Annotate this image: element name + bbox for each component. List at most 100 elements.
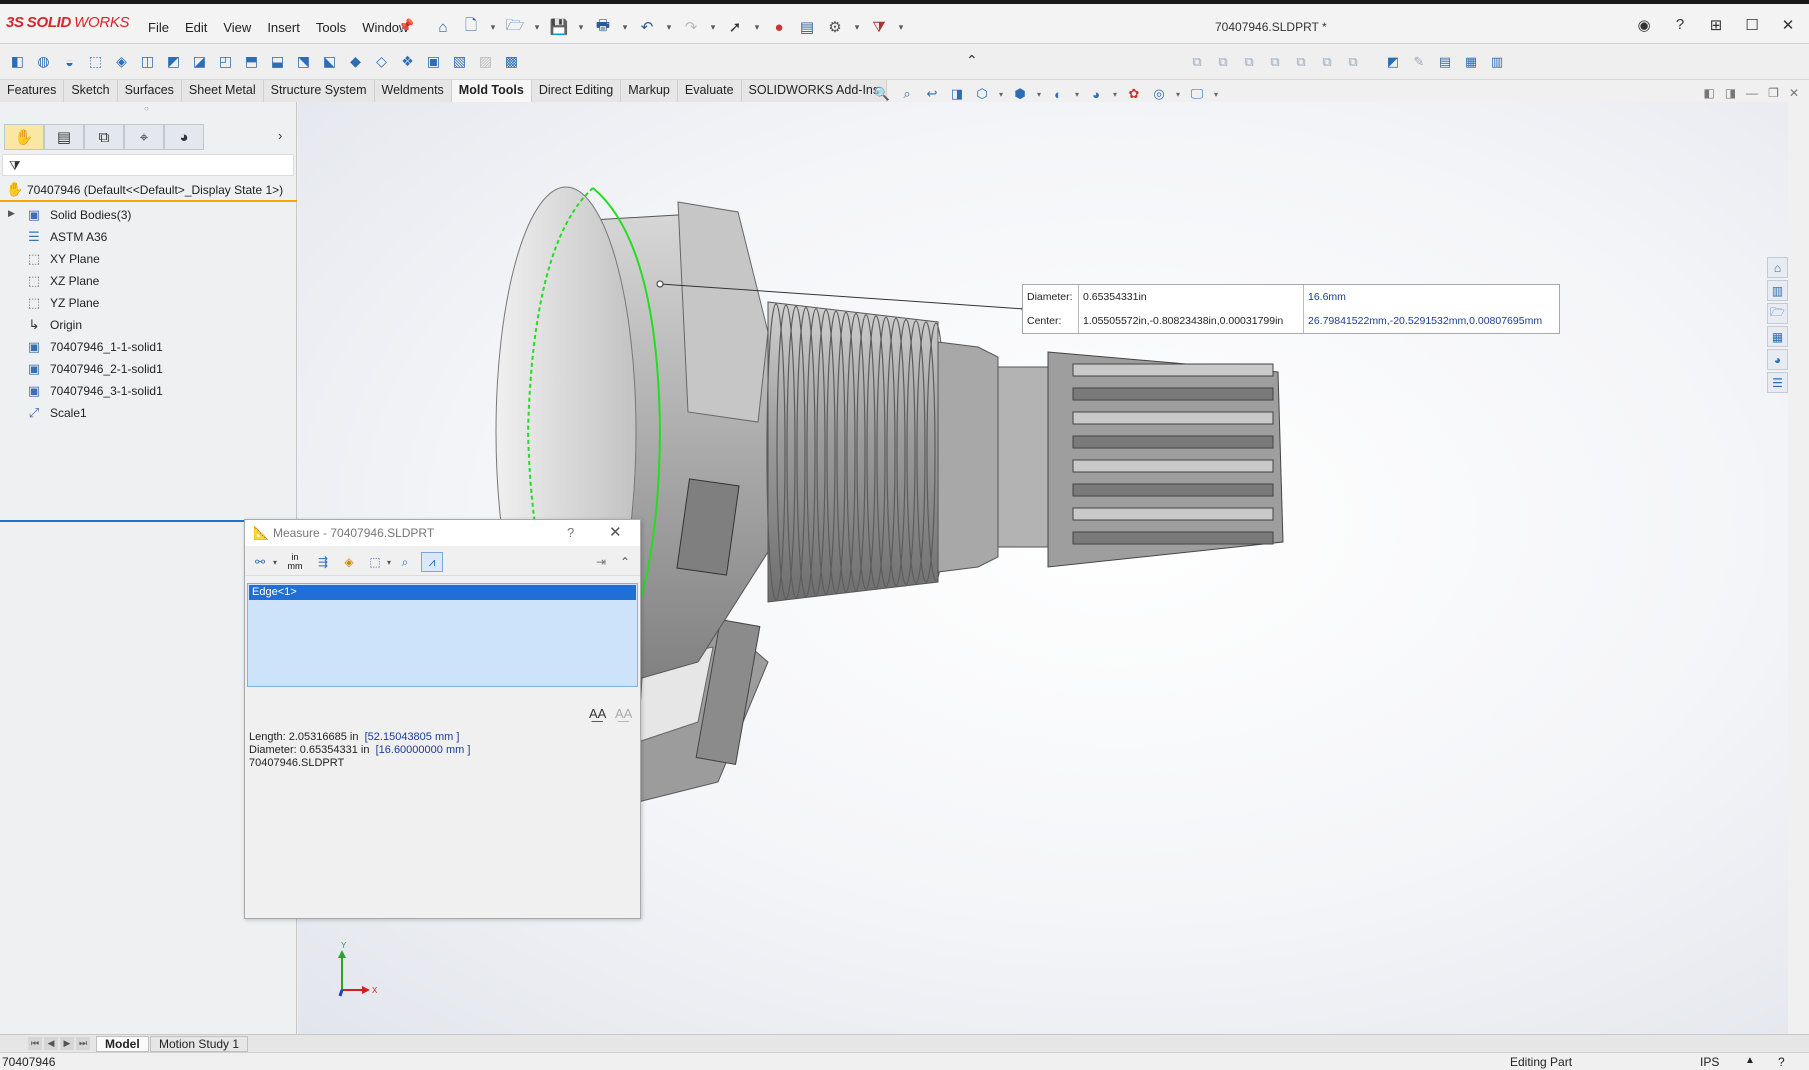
maximize-icon[interactable]: ☐ bbox=[1741, 16, 1763, 34]
chevron-down-icon[interactable]: ▾ bbox=[752, 16, 762, 38]
edit-sketch-icon[interactable]: ✎ bbox=[1408, 50, 1430, 73]
tree-item-scale1[interactable]: ⤢ Scale1 bbox=[0, 402, 297, 424]
menu-edit[interactable]: Edit bbox=[177, 18, 215, 37]
measure-callout[interactable]: Diameter: Center: 0.65354331in 1.0550557… bbox=[1022, 284, 1560, 334]
chevron-down-icon[interactable]: ▾ bbox=[532, 16, 542, 38]
view-toolbar-icon-4[interactable]: ⧉ bbox=[1264, 50, 1286, 73]
view-toolbar-icon-2[interactable]: ⧉ bbox=[1212, 50, 1234, 73]
parting-lines-icon[interactable]: ◧ bbox=[6, 50, 29, 73]
appearances-icon[interactable]: ◕ bbox=[1767, 349, 1788, 370]
measurement-history-icon[interactable]: ⌕ bbox=[395, 552, 415, 572]
panel-splitter[interactable]: ○ bbox=[144, 104, 149, 113]
shut-off-surface-icon[interactable]: ◫ bbox=[136, 50, 159, 73]
view-toolbar-icon-7[interactable]: ⧉ bbox=[1342, 50, 1364, 73]
tree-item-body-3[interactable]: ▣ 70407946_3-1-solid1 bbox=[0, 380, 297, 402]
filter-select-icon[interactable]: ⧩ bbox=[868, 16, 890, 38]
menu-tools[interactable]: Tools bbox=[308, 18, 354, 37]
file-properties-icon[interactable]: ▤ bbox=[796, 16, 818, 38]
split-right-icon[interactable]: ◨ bbox=[1725, 86, 1736, 100]
unit-system-button[interactable]: IPS bbox=[1700, 1055, 1719, 1069]
tab-weldments[interactable]: Weldments bbox=[375, 80, 452, 102]
view-palette-icon[interactable]: ▦ bbox=[1767, 326, 1788, 347]
chevron-down-icon[interactable]: ▾ bbox=[271, 552, 279, 572]
tree-item-xy-plane[interactable]: ⬚ XY Plane bbox=[0, 248, 297, 270]
options-gear-icon[interactable]: ⚙ bbox=[824, 16, 846, 38]
chevron-down-icon[interactable]: ▾ bbox=[1111, 84, 1119, 104]
chevron-up-icon[interactable]: ▲ bbox=[1745, 1055, 1755, 1066]
previous-view-icon[interactable]: ↩ bbox=[922, 84, 942, 104]
extrude-icon[interactable]: ⬒ bbox=[240, 50, 263, 73]
chevron-down-icon[interactable]: ▾ bbox=[620, 16, 630, 38]
prev-tab-icon[interactable]: ◀ bbox=[44, 1037, 58, 1050]
cavity-icon[interactable]: ▧ bbox=[448, 50, 471, 73]
help-button[interactable]: ? bbox=[567, 525, 574, 540]
section-view-icon[interactable]: ◩ bbox=[1382, 50, 1404, 73]
undo-icon[interactable]: ↶ bbox=[636, 16, 658, 38]
dimxpert-manager-tab[interactable]: ⌖ bbox=[124, 124, 164, 150]
chevron-down-icon[interactable]: ▾ bbox=[576, 16, 586, 38]
thicken-icon[interactable]: ▣ bbox=[422, 50, 445, 73]
selection-item[interactable]: Edge<1> bbox=[249, 585, 636, 600]
expand-arrow-icon[interactable]: ▶ bbox=[8, 208, 15, 219]
help-icon[interactable]: ? bbox=[1669, 16, 1691, 34]
close-icon[interactable]: ✕ bbox=[1789, 86, 1799, 100]
file-explorer-icon[interactable]: 🗁 bbox=[1767, 303, 1788, 324]
tree-item-solid-bodies[interactable]: ▶ ▣ Solid Bodies(3) bbox=[0, 204, 297, 226]
menu-insert[interactable]: Insert bbox=[259, 18, 308, 37]
user-account-icon[interactable]: ◉ bbox=[1633, 16, 1655, 34]
offset-surface-icon[interactable]: ◇ bbox=[370, 50, 393, 73]
revolve-icon[interactable]: ⬓ bbox=[266, 50, 289, 73]
collapse-toolbar-icon[interactable]: ⌃ bbox=[966, 52, 978, 69]
save-icon[interactable]: 💾 bbox=[548, 16, 570, 38]
zoom-to-area-icon[interactable]: ⌕ bbox=[897, 84, 917, 104]
custom-properties-icon[interactable]: ☰ bbox=[1767, 372, 1788, 393]
next-tab-icon[interactable]: ▶ bbox=[60, 1037, 74, 1050]
chevron-down-icon[interactable]: ▾ bbox=[1035, 84, 1043, 104]
restore-icon[interactable]: ❐ bbox=[1768, 86, 1779, 100]
tooling-split-icon[interactable]: ◪ bbox=[188, 50, 211, 73]
tab-solidworks-add-ins[interactable]: SOLIDWORKS Add-Ins bbox=[742, 80, 888, 102]
new-document-icon[interactable]: 🗋 bbox=[460, 16, 482, 38]
tree-item-material[interactable]: ☰ ASTM A36 bbox=[0, 226, 297, 248]
edit-appearance-icon[interactable]: ◕ bbox=[1086, 84, 1106, 104]
increase-font-icon[interactable]: A͟A bbox=[589, 706, 606, 721]
tab-mold-tools[interactable]: Mold Tools bbox=[451, 80, 532, 102]
pin-dialog-icon[interactable]: ⇥ bbox=[593, 552, 609, 572]
view-toolbar-icon-5[interactable]: ⧉ bbox=[1290, 50, 1312, 73]
parting-surface-icon[interactable]: ◈ bbox=[110, 50, 133, 73]
display-style-icon[interactable]: ⬢ bbox=[1010, 84, 1030, 104]
show-xyz-measurements-icon[interactable]: ⇶ bbox=[313, 552, 333, 572]
split-left-icon[interactable]: ◧ bbox=[1703, 86, 1714, 100]
knit-surface-icon[interactable]: ❖ bbox=[396, 50, 419, 73]
hide-show-items-icon[interactable]: ◐ bbox=[1048, 84, 1068, 104]
scale-feature-icon[interactable]: ⬚ bbox=[84, 50, 107, 73]
tab-markup[interactable]: Markup bbox=[621, 80, 678, 102]
loft-icon[interactable]: ⬕ bbox=[318, 50, 341, 73]
draft-analysis-icon[interactable]: ◍ bbox=[32, 50, 55, 73]
print-icon[interactable]: 🖶 bbox=[592, 16, 614, 38]
property-manager-tab[interactable]: ▤ bbox=[44, 124, 84, 150]
menu-file[interactable]: File bbox=[140, 18, 177, 37]
select-cursor-icon[interactable]: ➚ bbox=[724, 16, 746, 38]
sweep-icon[interactable]: ⬔ bbox=[292, 50, 315, 73]
configuration-manager-tab[interactable]: ⧉ bbox=[84, 124, 124, 150]
chevron-down-icon[interactable]: ▾ bbox=[1073, 84, 1081, 104]
tree-filter-bar[interactable]: ⧩ bbox=[2, 154, 294, 176]
design-library-icon[interactable]: ▥ bbox=[1767, 280, 1788, 301]
units-precision-button[interactable]: in mm bbox=[285, 552, 305, 572]
tree-item-body-2[interactable]: ▣ 70407946_2-1-solid1 bbox=[0, 358, 297, 380]
arc-circle-measurements-icon[interactable]: ⚯ bbox=[251, 552, 269, 572]
chevron-down-icon[interactable]: ▾ bbox=[1212, 84, 1220, 104]
tile-windows-icon[interactable]: ⊞ bbox=[1705, 16, 1727, 34]
tree-root-part[interactable]: ✋ 70407946 (Default<<Default>_Display St… bbox=[0, 178, 297, 202]
tree-item-body-1[interactable]: ▣ 70407946_1-1-solid1 bbox=[0, 336, 297, 358]
split-line-icon[interactable]: ▨ bbox=[474, 50, 497, 73]
insert-mold-folder-icon[interactable]: ▩ bbox=[500, 50, 523, 73]
close-icon[interactable]: ✕ bbox=[1777, 16, 1799, 34]
solidworks-resources-icon[interactable]: ⌂ bbox=[1767, 257, 1788, 278]
help-icon[interactable]: ? bbox=[1778, 1055, 1785, 1069]
display-manager-tab[interactable]: ◕ bbox=[164, 124, 204, 150]
tab-motion-study-1[interactable]: Motion Study 1 bbox=[150, 1036, 249, 1052]
create-sensor-icon[interactable]: ⩘ bbox=[421, 552, 443, 572]
chevron-down-icon[interactable]: ▾ bbox=[385, 552, 393, 572]
